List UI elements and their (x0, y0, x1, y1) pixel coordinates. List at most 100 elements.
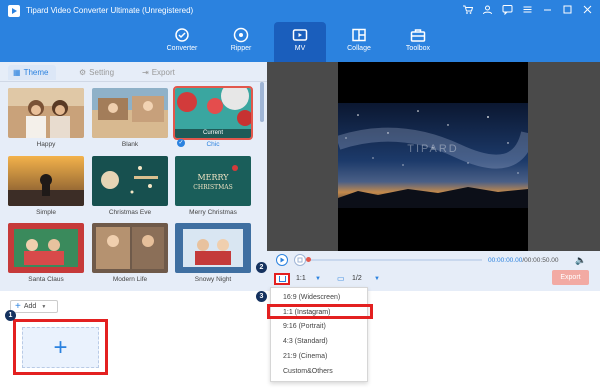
svg-text:MERRY: MERRY (197, 173, 229, 182)
theme-item[interactable]: Simple (8, 156, 84, 216)
progress-handle[interactable] (306, 257, 311, 262)
ratio-option[interactable]: Custom&Others (271, 364, 367, 379)
ratio-option-selected[interactable]: 1:1 (Instagram) (267, 304, 373, 319)
add-button[interactable]: + Add ▼ (10, 300, 58, 313)
nav-ripper[interactable]: Ripper (215, 22, 267, 62)
play-button[interactable] (276, 254, 288, 266)
total-time: /00:00:50.00 (522, 257, 559, 264)
aspect-ratio-icon (279, 276, 286, 282)
theme-thumbnail: Current (173, 86, 253, 140)
stop-button[interactable] (294, 254, 306, 266)
tab-setting-label: Setting (89, 68, 115, 77)
nav-collage[interactable]: Collage (333, 22, 385, 62)
nav-collage-label: Collage (347, 45, 371, 52)
export-icon: ⇥ (142, 68, 149, 77)
preview-image: TIPARD (338, 103, 528, 208)
add-media-dropzone[interactable]: + (22, 327, 99, 368)
theme-name: Blank (121, 141, 139, 148)
current-time: 00:00:00.00 (488, 257, 523, 264)
theme-item[interactable]: Blank (92, 88, 168, 148)
tab-export-label: Export (151, 68, 175, 77)
theme-thumbnail (92, 88, 168, 138)
theme-thumbnail (8, 156, 84, 206)
theme-panel: ▦ Theme ⚙ Setting ⇥ Export Happy Blank C… (0, 62, 267, 291)
chevron-down-icon: ▼ (41, 303, 47, 310)
maximize-icon[interactable] (561, 4, 574, 17)
player-controls: 00:00:00.00/00:00:50.00 🔈 1:1 ▼ ▭ 1/2 ▼ … (267, 251, 600, 291)
mv-icon (292, 29, 308, 41)
theme-thumbnail (8, 223, 84, 273)
step-badge-1: 1 (5, 310, 16, 321)
ratio-option[interactable]: 16:9 (Widescreen) (271, 290, 367, 305)
theme-item[interactable]: Christmas Eve (92, 156, 168, 216)
theme-item[interactable]: Santa Claus (8, 223, 84, 283)
nav-ripper-label: Ripper (230, 45, 252, 52)
minimize-icon[interactable] (541, 4, 554, 17)
theme-name: Happy (36, 141, 56, 148)
step-badge-3: 3 (256, 291, 267, 302)
nav-toolbox-label: Toolbox (405, 45, 431, 52)
current-badge: Current (175, 129, 251, 138)
svg-text:CHRISTMAS: CHRISTMAS (193, 184, 232, 191)
nav-mv[interactable]: MV (274, 22, 326, 62)
close-icon[interactable] (581, 4, 594, 17)
ripper-icon (233, 27, 249, 43)
window-controls (461, 4, 594, 17)
aspect-ratio-button[interactable] (274, 273, 290, 285)
theme-thumbnail (175, 223, 251, 273)
collage-icon (352, 28, 366, 42)
theme-name: Christmas Eve (108, 209, 152, 216)
check-icon: ✓ (177, 139, 185, 147)
app-title: Tipard Video Converter Ultimate (Unregis… (26, 6, 194, 15)
theme-name: Simple (36, 209, 56, 216)
ratio-option[interactable]: 4:3 (Standard) (271, 334, 367, 349)
nav-toolbox[interactable]: Toolbox (392, 22, 444, 62)
nav-converter[interactable]: Converter (156, 22, 208, 62)
theme-thumbnail: MERRY CHRISTMAS (175, 156, 251, 206)
theme-name: Modern Life (112, 276, 148, 283)
toolbox-icon (410, 29, 426, 42)
export-button[interactable]: Export (552, 270, 589, 285)
nav-mv-label: MV (294, 45, 306, 52)
aspect-ratio-value[interactable]: 1:1 (296, 275, 306, 282)
theme-item[interactable]: Snowy Night (175, 223, 251, 283)
add-button-label: Add (23, 303, 37, 310)
add-media-highlight: + (13, 319, 108, 375)
ratio-chevron-down-icon[interactable]: ▼ (315, 276, 321, 282)
ratio-option[interactable]: 21:9 (Cinema) (271, 349, 367, 364)
cart-icon[interactable] (461, 4, 474, 17)
theme-thumbnail (92, 223, 168, 273)
theme-name: Snowy Night (194, 276, 232, 283)
tab-setting[interactable]: ⚙ Setting (79, 65, 114, 80)
tab-export[interactable]: ⇥ Export (142, 65, 175, 80)
theme-item[interactable]: Happy (8, 88, 84, 148)
page-chevron-down-icon[interactable]: ▼ (374, 276, 380, 282)
page-value[interactable]: 1/2 (352, 275, 362, 282)
volume-icon[interactable]: 🔈 (575, 255, 586, 266)
main-nav: Converter Ripper MV Collage Toolbox (0, 22, 600, 62)
theme-thumbnail (8, 88, 84, 138)
theme-name: Chic (206, 141, 220, 148)
theme-grid: Happy Blank Current ✓ Chic Simple Christ… (0, 86, 260, 291)
user-icon[interactable] (481, 4, 494, 17)
converter-icon (175, 28, 189, 42)
nav-converter-label: Converter (166, 45, 198, 52)
chat-icon[interactable] (501, 4, 514, 17)
menu-icon[interactable] (521, 4, 534, 17)
progress-track[interactable] (310, 259, 482, 261)
plus-icon: + (15, 300, 21, 312)
tab-theme-label: Theme (23, 68, 49, 77)
theme-item[interactable]: MERRY CHRISTMAS Merry Christmas (175, 156, 251, 216)
panel-tabs: ▦ Theme ⚙ Setting ⇥ Export (0, 62, 267, 82)
step-badge-2: 2 (256, 262, 267, 273)
theme-grid-icon: ▦ (13, 68, 21, 77)
theme-scrollbar[interactable] (260, 82, 264, 122)
theme-item-selected[interactable]: Current ✓ Chic (173, 86, 253, 148)
ratio-option[interactable]: 9:16 (Portrait) (271, 319, 367, 334)
theme-item[interactable]: Modern Life (92, 223, 168, 283)
theme-name: Merry Christmas (189, 209, 237, 216)
title-bar: Tipard Video Converter Ultimate (Unregis… (0, 0, 600, 22)
tab-theme[interactable]: ▦ Theme (8, 65, 57, 80)
monitor-icon: ▭ (337, 274, 345, 283)
app-logo-icon (8, 5, 20, 17)
